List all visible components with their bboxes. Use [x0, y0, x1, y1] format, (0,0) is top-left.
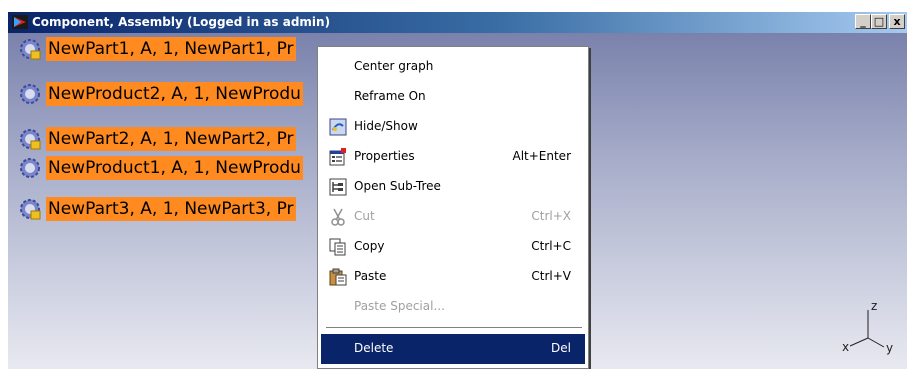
- menu-item-center-graph[interactable]: Center graph: [321, 52, 585, 82]
- menu-item-shortcut: Ctrl+X: [531, 209, 571, 223]
- menu-item-paste-special[interactable]: Paste Special...: [321, 292, 585, 322]
- menu-item-label: Reframe On: [354, 89, 426, 103]
- copy-icon: [329, 238, 346, 256]
- hide-show-icon: [329, 118, 347, 136]
- tree-node[interactable]: NewPart1, A, 1, NewPart1, Pr: [18, 36, 296, 62]
- close-button[interactable]: x: [889, 14, 905, 29]
- app-window: Component, Assembly (Logged in as admin)…: [0, 0, 907, 369]
- maximize-button[interactable]: □: [871, 14, 887, 29]
- menu-item-label: Paste: [354, 269, 387, 283]
- menu-item-paste[interactable]: Paste Ctrl+V: [321, 262, 585, 292]
- tree-node-label: NewPart3, A, 1, NewPart3, Pr: [46, 197, 296, 221]
- menu-item-shortcut: Ctrl+V: [531, 269, 571, 283]
- menu-item-shortcut: Alt+Enter: [512, 149, 571, 163]
- axis-label-z: z: [871, 299, 877, 313]
- menu-item-label: Center graph: [354, 59, 434, 73]
- title-bar[interactable]: Component, Assembly (Logged in as admin)…: [8, 12, 907, 33]
- tree-node-label: NewPart2, A, 1, NewPart2, Pr: [46, 127, 296, 151]
- context-menu: Center graph Reframe On Hide/Show Proper…: [317, 46, 589, 369]
- tree-node-label: NewProduct2, A, 1, NewProdu: [46, 82, 303, 106]
- menu-item-open-sub-tree[interactable]: Open Sub-Tree: [321, 172, 585, 202]
- menu-item-properties[interactable]: Properties Alt+Enter: [321, 142, 585, 172]
- menu-item-label: Copy: [354, 239, 385, 253]
- tree-node-label: NewPart1, A, 1, NewPart1, Pr: [46, 37, 296, 61]
- menu-item-label: Open Sub-Tree: [354, 179, 441, 193]
- axis-label-x: x: [842, 340, 849, 354]
- part-gear-icon: [20, 39, 41, 60]
- sub-tree-icon: [329, 178, 347, 196]
- tree-node[interactable]: NewProduct2, A, 1, NewProdu: [18, 81, 303, 107]
- menu-item-cut[interactable]: Cut Ctrl+X: [321, 202, 585, 232]
- menu-item-copy[interactable]: Copy Ctrl+C: [321, 232, 585, 262]
- menu-item-label: Cut: [354, 209, 375, 223]
- menu-item-reframe-on[interactable]: Reframe On: [321, 82, 585, 112]
- axis-triad-icon: z x y: [842, 299, 893, 355]
- scissors-icon: [331, 208, 345, 226]
- part-gear-icon: [20, 129, 41, 150]
- paste-icon: [329, 268, 347, 286]
- tree-node[interactable]: NewProduct1, A, 1, NewProdu: [18, 155, 303, 181]
- menu-item-delete[interactable]: Delete Del: [321, 334, 585, 364]
- tree-node[interactable]: NewPart2, A, 1, NewPart2, Pr: [18, 126, 296, 152]
- minimize-button[interactable]: _: [855, 14, 871, 29]
- menu-separator: [326, 327, 582, 329]
- axis-label-y: y: [886, 341, 893, 355]
- menu-item-label: Properties: [354, 149, 415, 163]
- part-gear-icon: [20, 199, 41, 220]
- product-gear-icon: [20, 158, 40, 178]
- window-title: Component, Assembly (Logged in as admin): [32, 15, 331, 29]
- menu-item-shortcut: Del: [551, 341, 571, 355]
- window-controls: _ □ x: [855, 14, 905, 31]
- menu-item-hide-show[interactable]: Hide/Show: [321, 112, 585, 142]
- properties-icon: [329, 148, 346, 166]
- tree-node[interactable]: NewPart3, A, 1, NewPart3, Pr: [18, 196, 296, 222]
- tree-node-label: NewProduct1, A, 1, NewProdu: [46, 156, 303, 180]
- menu-item-shortcut: Ctrl+C: [531, 239, 571, 253]
- product-gear-icon: [20, 84, 40, 104]
- menu-item-label: Delete: [354, 341, 394, 355]
- menu-item-label: Hide/Show: [354, 119, 418, 133]
- menu-item-label: Paste Special...: [354, 299, 445, 313]
- catia-app-icon: [12, 15, 28, 29]
